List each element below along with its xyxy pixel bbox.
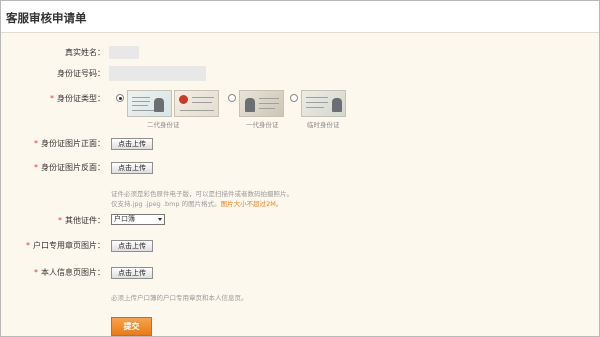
id-type-radio-first-gen[interactable]: [228, 94, 236, 102]
id-front-upload-button[interactable]: 点击上传: [111, 138, 153, 150]
personal-page-row: * 本人信息页图片： 点击上传: [1, 264, 599, 284]
id-upload-hint-line2: 仅支持.jpg .jpeg .bmp 的图片格式。图片大小不超过2M。: [111, 200, 283, 208]
id-back-upload-button[interactable]: 点击上传: [111, 162, 153, 174]
id-front-label: * 身份证图片正面：: [34, 139, 105, 148]
second-gen-id-back-image: [174, 90, 219, 117]
file-size-warning: 图片大小不超过2M。: [220, 200, 283, 208]
required-star: *: [58, 216, 62, 225]
other-id-select[interactable]: 户口簿: [111, 214, 165, 225]
temporary-id-caption: 临时身份证: [307, 121, 340, 129]
second-gen-id-caption: 二代身份证: [147, 121, 180, 129]
required-star: *: [34, 139, 38, 148]
household-hint: 必须上传户口簿的户口专用章页和本人信息页。: [111, 294, 248, 302]
id-upload-hint-line1: 证件必须是彩色原件电子版，可以是扫描件或者数码拍摄照片。: [111, 190, 293, 198]
other-id-selected-value: 户口簿: [114, 215, 135, 223]
required-star: *: [26, 241, 30, 250]
id-number-row: 身份证号码：: [1, 65, 599, 85]
id-type-radio-second-gen[interactable]: [116, 94, 124, 102]
first-gen-id-image: [239, 90, 284, 117]
form-header: 客服审核申请单: [1, 1, 599, 33]
chevron-down-icon: [158, 218, 162, 221]
page-title: 客服审核申请单: [6, 11, 87, 25]
second-gen-id-front-image: [127, 90, 172, 117]
id-type-radio-temporary[interactable]: [290, 94, 298, 102]
id-number-field[interactable]: [109, 66, 206, 81]
temporary-id-image: [301, 90, 346, 117]
id-front-row: * 身份证图片正面： 点击上传: [1, 135, 599, 155]
household-page-row: * 户口专用章页图片： 点击上传: [1, 237, 599, 257]
id-back-row: * 身份证图片反面： 点击上传: [1, 159, 599, 179]
personal-page-label: * 本人信息页图片：: [34, 268, 105, 277]
required-star: *: [50, 94, 54, 103]
real-name-label: 真实姓名：: [65, 48, 105, 57]
id-back-label: * 身份证图片反面：: [34, 163, 105, 172]
other-id-row: * 其他证件： 户口簿: [1, 212, 599, 232]
application-form-window: 客服审核申请单 真实姓名： 身份证号码： * 身份证类型： 二代身份证 一代身份…: [0, 0, 600, 337]
household-page-label: * 户口专用章页图片：: [26, 241, 105, 250]
other-id-label: * 其他证件：: [58, 216, 105, 225]
id-type-label: * 身份证类型：: [50, 94, 105, 103]
required-star: *: [34, 268, 38, 277]
submit-button[interactable]: 提交: [111, 317, 152, 336]
household-page-upload-button[interactable]: 点击上传: [111, 240, 153, 252]
real-name-row: 真实姓名：: [1, 44, 599, 64]
first-gen-id-caption: 一代身份证: [246, 121, 279, 129]
id-number-label: 身份证号码：: [57, 69, 105, 78]
personal-page-upload-button[interactable]: 点击上传: [111, 267, 153, 279]
id-type-row: * 身份证类型： 二代身份证 一代身份证 临时身份证: [1, 90, 599, 130]
required-star: *: [34, 163, 38, 172]
real-name-field[interactable]: [109, 46, 139, 59]
